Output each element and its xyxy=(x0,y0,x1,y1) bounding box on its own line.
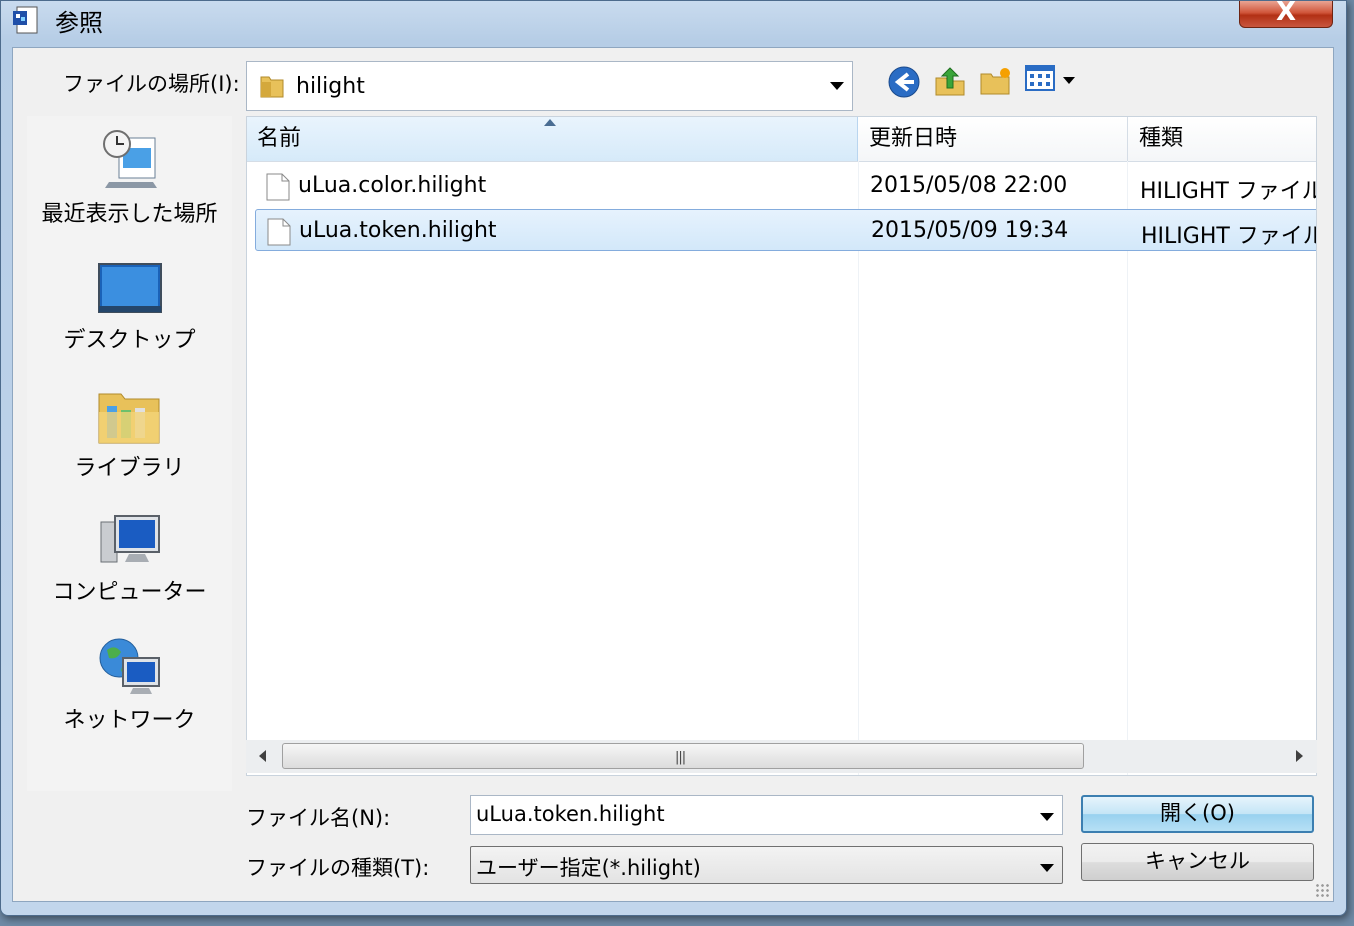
file-icon xyxy=(266,173,290,201)
filename-label: ファイル名(N): xyxy=(246,806,391,830)
lookin-label: ファイルの場所(I): xyxy=(63,72,240,96)
column-label: 種類 xyxy=(1139,126,1184,151)
lookin-combo[interactable]: hilight xyxy=(246,61,853,111)
filename-value: uLua.token.hilight xyxy=(476,802,665,826)
place-computer[interactable]: コンピューター xyxy=(27,512,232,606)
resize-grip-icon[interactable] xyxy=(1315,883,1329,897)
place-label: コンピューター xyxy=(52,580,207,605)
close-button[interactable]: X xyxy=(1239,0,1333,28)
libraries-icon xyxy=(98,393,159,444)
file-name: uLua.color.hilight xyxy=(298,173,487,198)
sort-ascending-icon xyxy=(544,119,556,126)
folder-icon xyxy=(260,76,284,98)
chevron-down-icon xyxy=(1063,77,1075,84)
filetype-select[interactable]: ユーザー指定(*.hilight) xyxy=(470,846,1063,884)
network-icon xyxy=(99,638,160,694)
desktop-icon xyxy=(97,263,162,313)
place-recent[interactable]: 最近表示した場所 xyxy=(27,128,232,228)
place-libraries[interactable]: ライブラリ xyxy=(27,388,232,482)
file-row[interactable]: uLua.color.hilight 2015/05/08 22:00 HILI… xyxy=(255,165,1317,207)
column-divider[interactable] xyxy=(1127,117,1128,161)
file-type: HILIGHT ファイル xyxy=(1141,224,1317,249)
column-guide xyxy=(1127,161,1128,775)
cancel-button[interactable]: キャンセル xyxy=(1081,843,1314,881)
computer-icon xyxy=(100,515,160,563)
place-label: ネットワーク xyxy=(63,708,196,733)
column-header-name[interactable]: 名前 xyxy=(247,117,858,161)
horizontal-scrollbar[interactable]: ||| xyxy=(246,740,1317,773)
grip-icon: ||| xyxy=(675,750,686,765)
file-name: uLua.token.hilight xyxy=(299,218,497,243)
up-folder-icon[interactable] xyxy=(931,64,969,100)
file-list[interactable]: 名前 更新日時 種類 uLua.color.hilight 2015/05/08… xyxy=(246,116,1317,776)
column-label: 名前 xyxy=(257,126,302,151)
place-label: 最近表示した場所 xyxy=(41,202,218,227)
file-date: 2015/05/09 19:34 xyxy=(871,218,1069,243)
file-icon xyxy=(267,218,291,246)
list-header: 名前 更新日時 種類 xyxy=(247,117,1316,162)
window-title: 参照 xyxy=(55,9,103,37)
scroll-right-icon[interactable] xyxy=(1296,750,1303,762)
dialog-client: ファイルの場所(I): hilight 最近表示した場所 デスクトップ ライブラ… xyxy=(12,47,1334,902)
close-icon: X xyxy=(1275,0,1297,27)
chevron-down-icon[interactable] xyxy=(1040,813,1054,821)
filename-input[interactable]: uLua.token.hilight xyxy=(470,795,1063,835)
place-label: ライブラリ xyxy=(74,456,185,481)
view-menu-button[interactable] xyxy=(1025,64,1081,100)
filetype-value: ユーザー指定(*.hilight) xyxy=(476,856,701,880)
back-icon[interactable] xyxy=(885,64,923,100)
open-button[interactable]: 開く(O) xyxy=(1081,795,1314,833)
chevron-down-icon[interactable] xyxy=(830,82,844,90)
recent-places-icon xyxy=(102,130,157,188)
scroll-left-icon[interactable] xyxy=(259,750,266,762)
place-network[interactable]: ネットワーク xyxy=(27,636,232,734)
app-icon xyxy=(13,6,38,34)
place-desktop[interactable]: デスクトップ xyxy=(27,262,232,354)
places-bar: 最近表示した場所 デスクトップ ライブラリ コンピューター ネットワーク xyxy=(27,116,232,791)
scroll-thumb[interactable]: ||| xyxy=(282,743,1084,769)
filetype-label: ファイルの種類(T): xyxy=(246,856,430,880)
title-bar[interactable]: 参照 X xyxy=(1,0,1346,45)
lookin-value: hilight xyxy=(296,74,365,99)
column-guide xyxy=(858,161,859,775)
file-type: HILIGHT ファイル xyxy=(1140,179,1317,204)
column-header-date[interactable]: 更新日時 xyxy=(859,117,1127,161)
column-header-type[interactable]: 種類 xyxy=(1129,117,1316,161)
view-grid-icon xyxy=(1025,65,1055,91)
file-date: 2015/05/08 22:00 xyxy=(870,173,1068,198)
place-label: デスクトップ xyxy=(63,328,196,353)
new-folder-icon[interactable] xyxy=(977,64,1015,100)
file-dialog-window: 参照 X ファイルの場所(I): hilight 最近表示した場所 デスクトップ… xyxy=(0,0,1347,916)
chevron-down-icon xyxy=(1040,864,1054,872)
column-label: 更新日時 xyxy=(869,126,958,151)
file-row-selected[interactable]: uLua.token.hilight 2015/05/09 19:34 HILI… xyxy=(255,209,1317,251)
